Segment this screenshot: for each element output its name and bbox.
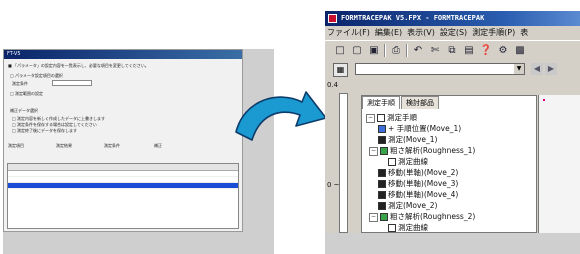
tree-node-label: 粗さ解析(Roughness_2) — [390, 212, 476, 221]
procedure-tree: − 測定手順 + 手順位置(Move_1) 測定(Move_1) − 粗さ解析(Ro… — [366, 112, 475, 233]
tree-node[interactable]: 移動(単軸)(Move_4) — [366, 189, 475, 200]
main-toolbar: □ ▢ ▣ ⎙ ↶ ✄ ⧉ ▤ ❓ ⚙ ▩ — [325, 40, 580, 60]
table-header-result: 測定結果 — [56, 143, 72, 148]
toolbar-separator — [384, 44, 386, 57]
procedure-select[interactable]: ▼ — [355, 63, 525, 75]
tree-node[interactable]: 測定(Move_1) — [366, 134, 475, 145]
vertical-ruler: 0.4 0 ~ — [325, 77, 355, 233]
procedure-icon[interactable]: ▦ — [333, 63, 348, 77]
collapse-toggle-icon[interactable]: − — [366, 113, 375, 123]
tree-node-label: 測定手順 — [387, 113, 417, 122]
paste-icon[interactable]: ▤ — [462, 44, 476, 58]
menu-file[interactable]: ファイル(F) — [327, 26, 370, 40]
move-icon — [378, 125, 386, 133]
right-screenshot-card: FORMTRACEPAK V5.FPX - FORMTRACEPAK ファイル(… — [325, 11, 580, 254]
graph-area[interactable] — [538, 95, 580, 233]
tree-node-label: 測定(Move_2) — [388, 201, 438, 210]
tree-node-label: + 手順位置(Move_1) — [388, 124, 462, 133]
table-header-condition: 測定条件 — [104, 143, 120, 148]
dialog-field-label: 測定条件 — [12, 81, 28, 86]
dialog-instruction: ■ 「パラメータ」の設定内容を一覧表示し、必要な項目を変更してください。 — [8, 63, 149, 68]
tree-node-label: 移動(単軸)(Move_3) — [388, 179, 459, 188]
secondary-toolbar: ▦ ▼ ◀ ▶ — [325, 60, 580, 78]
collapse-toggle-icon[interactable]: − — [369, 212, 378, 222]
ruler-label-mid: 0 ~ — [327, 181, 340, 189]
dialog-overwrite-option[interactable]: □ 測定内容を新しく作成したデータに上書きします — [12, 116, 105, 121]
measure-icon — [378, 136, 386, 144]
chart-icon[interactable]: ▩ — [513, 44, 527, 58]
save-icon[interactable]: ▣ — [367, 44, 381, 58]
menu-edit[interactable]: 編集(E) — [375, 26, 402, 40]
window-titlebar: FORMTRACEPAK V5.FPX - FORMTRACEPAK — [325, 11, 580, 26]
list-icon — [377, 114, 385, 122]
formtracepak-window: FORMTRACEPAK V5.FPX - FORMTRACEPAK ファイル(… — [325, 11, 580, 233]
window-title: FORMTRACEPAK V5.FPX - FORMTRACEPAK — [341, 14, 485, 22]
back-arrow-icon[interactable]: ◀ — [531, 63, 543, 75]
dialog-save-condition-option[interactable]: □ 測定条件を保存する場合は設定してください — [12, 122, 97, 127]
parameter-dialog: FT-V5 ■ 「パラメータ」の設定内容を一覧表示し、必要な項目を変更してくださ… — [3, 49, 243, 232]
table-header-measure: 測定項目 — [8, 143, 24, 148]
open-folder-icon[interactable]: ▢ — [350, 44, 364, 58]
tree-node-label: 測定曲線 — [398, 223, 428, 232]
analysis-icon — [380, 147, 388, 155]
analysis-icon — [380, 213, 388, 221]
axis-move-icon — [378, 169, 386, 177]
tree-node-label: 測定曲線 — [398, 157, 428, 166]
help-icon[interactable]: ❓ — [479, 44, 493, 58]
ruler-label-top: 0.4 — [327, 81, 339, 89]
ruler-bar — [339, 93, 348, 233]
chevron-down-icon[interactable]: ▼ — [514, 64, 524, 74]
tree-node[interactable]: 測定(Move_2) — [366, 200, 475, 211]
new-file-icon[interactable]: □ — [333, 44, 347, 58]
undo-icon[interactable]: ↶ — [411, 44, 425, 58]
tree-node[interactable]: 移動(単軸)(Move_2) — [366, 167, 475, 178]
tree-node[interactable]: 測定曲線 — [366, 222, 475, 233]
forward-arrow-icon[interactable]: ▶ — [545, 63, 557, 75]
tab-procedure[interactable]: 測定手順 — [362, 96, 400, 109]
tree-node-label: 移動(単軸)(Move_4) — [388, 190, 459, 199]
table-header-row — [8, 164, 238, 171]
menu-view[interactable]: 表示(V) — [407, 26, 435, 40]
curve-icon — [388, 158, 396, 166]
graph-marker — [543, 99, 545, 101]
tree-node-label: 測定(Move_1) — [388, 135, 438, 144]
cut-icon[interactable]: ✄ — [428, 44, 442, 58]
menubar: ファイル(F) 編集(E) 表示(V) 設定(S) 測定手順(P) 表 — [325, 26, 580, 40]
table-row-selected[interactable] — [8, 183, 238, 189]
tree-node[interactable]: 測定曲線 — [366, 156, 475, 167]
dialog-field-input[interactable] — [52, 80, 92, 86]
tree-node[interactable]: − 粗さ解析(Roughness_2) — [366, 211, 475, 222]
tab-parts[interactable]: 検討部品 — [401, 96, 439, 109]
settings-icon[interactable]: ⚙ — [496, 44, 510, 58]
app-logo-icon — [328, 14, 337, 23]
axis-move-icon — [378, 191, 386, 199]
dialog-correction-label: 補正データ選択 — [10, 108, 38, 113]
procedure-tree-panel: 測定手順 検討部品 − 測定手順 + 手順位置(Move_1) 測定(Move_1… — [361, 95, 537, 233]
tree-node-label: 移動(単軸)(Move_2) — [388, 168, 459, 177]
tree-node[interactable]: − 粗さ解析(Roughness_1) — [366, 145, 475, 156]
toolbar-separator — [406, 44, 408, 57]
panel-tabs: 測定手順 検討部品 — [362, 96, 440, 109]
table-header-correction: 補正 — [154, 143, 162, 148]
dialog-range-label: □ 測定範囲の設定 — [10, 91, 44, 96]
measurement-table[interactable] — [7, 163, 239, 229]
tree-node[interactable]: 移動(単軸)(Move_3) — [366, 178, 475, 189]
curve-icon — [388, 224, 396, 232]
menu-procedure[interactable]: 測定手順(P) — [472, 26, 515, 40]
tree-node-label: 粗さ解析(Roughness_1) — [390, 146, 476, 155]
tree-node-root[interactable]: − 測定手順 — [366, 112, 475, 123]
transition-arrow-icon — [235, 91, 327, 141]
dialog-title: FT-V5 — [4, 50, 242, 59]
menu-more[interactable]: 表 — [520, 26, 528, 40]
axis-move-icon — [378, 180, 386, 188]
measure-icon — [378, 202, 386, 210]
dialog-option-label: □ パラメータ設定項目の選択 — [10, 73, 63, 78]
collapse-toggle-icon[interactable]: − — [369, 146, 378, 156]
tree-node[interactable]: + 手順位置(Move_1) — [366, 123, 475, 134]
print-icon[interactable]: ⎙ — [389, 44, 403, 58]
menu-settings[interactable]: 設定(S) — [440, 26, 467, 40]
copy-icon[interactable]: ⧉ — [445, 44, 459, 58]
dialog-save-data-option[interactable]: □ 測定終了後にデータを保存します — [12, 128, 77, 133]
